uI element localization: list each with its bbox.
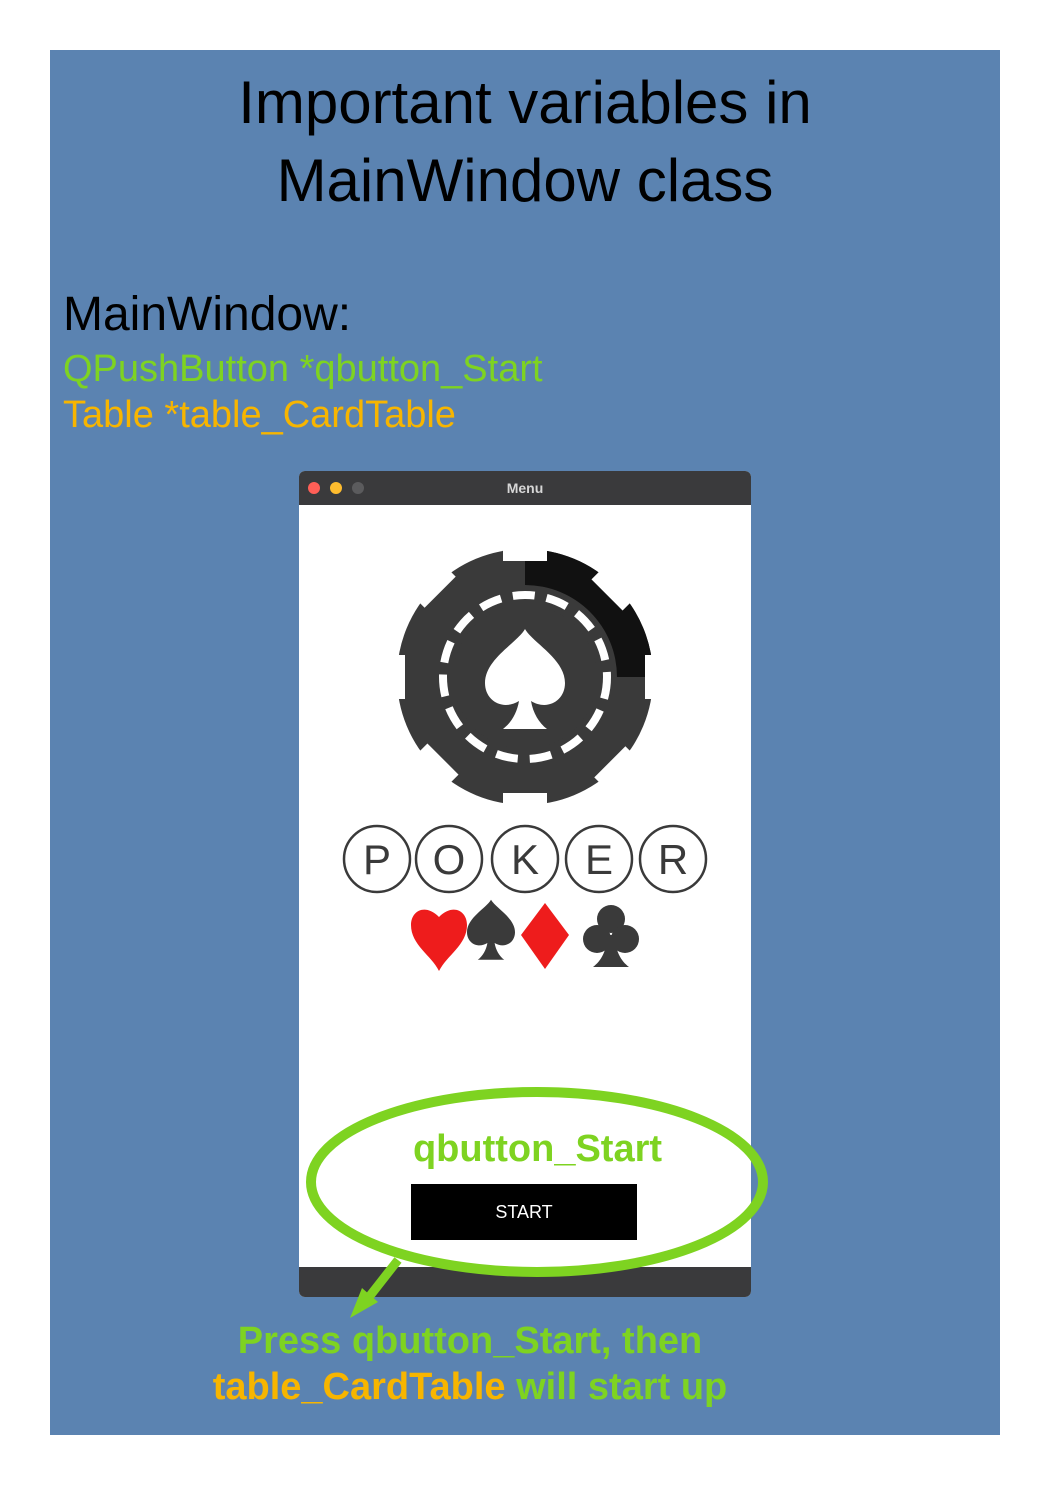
caption-line-2: table_CardTable will start up [150,1364,790,1410]
suits-row [411,899,639,971]
caption: Press qbutton_Start, then table_CardTabl… [150,1318,790,1410]
svg-text:O: O [433,836,466,883]
poker-wordmark: P O K E R [342,824,708,894]
section-heading: MainWindow: [63,288,352,341]
slide-title: Important variables in MainWindow class [50,64,1000,220]
slide-title-line-1: Important variables in [238,69,812,136]
app-window: Menu P O K E R START [299,471,751,1297]
diamond-icon [521,903,569,969]
window-title-bar[interactable]: Menu [299,471,751,505]
letter-p: P [342,824,412,894]
slide: Important variables in MainWindow class … [50,50,1000,1435]
start-button[interactable]: START [411,1184,637,1240]
heart-icon [411,909,467,971]
svg-text:R: R [658,836,688,883]
caption-tail: will start up [505,1366,728,1408]
letter-e: E [564,824,634,894]
variable-qbutton-start: QPushButton *qbutton_Start [63,348,543,390]
window-title: Menu [506,480,544,496]
svg-text:P: P [363,836,391,883]
slide-title-line-2: MainWindow class [276,147,774,214]
club-icon [583,905,639,967]
caption-line-1: Press qbutton_Start, then [237,1320,703,1362]
letter-k: K [490,824,560,894]
ellipse-label: qbutton_Start [412,1128,663,1170]
caption-highlight: table_CardTable [212,1366,506,1408]
svg-text:K: K [511,836,539,883]
variable-table-cardtable: Table *table_CardTable [63,394,456,436]
letter-o: O [414,824,484,894]
letter-r: R [638,824,708,894]
poker-chip-icon [379,535,671,819]
spade-icon [467,899,515,960]
window-bottom-bar [299,1267,751,1297]
svg-text:E: E [585,836,613,883]
poker-logo: P O K E R [342,535,708,971]
